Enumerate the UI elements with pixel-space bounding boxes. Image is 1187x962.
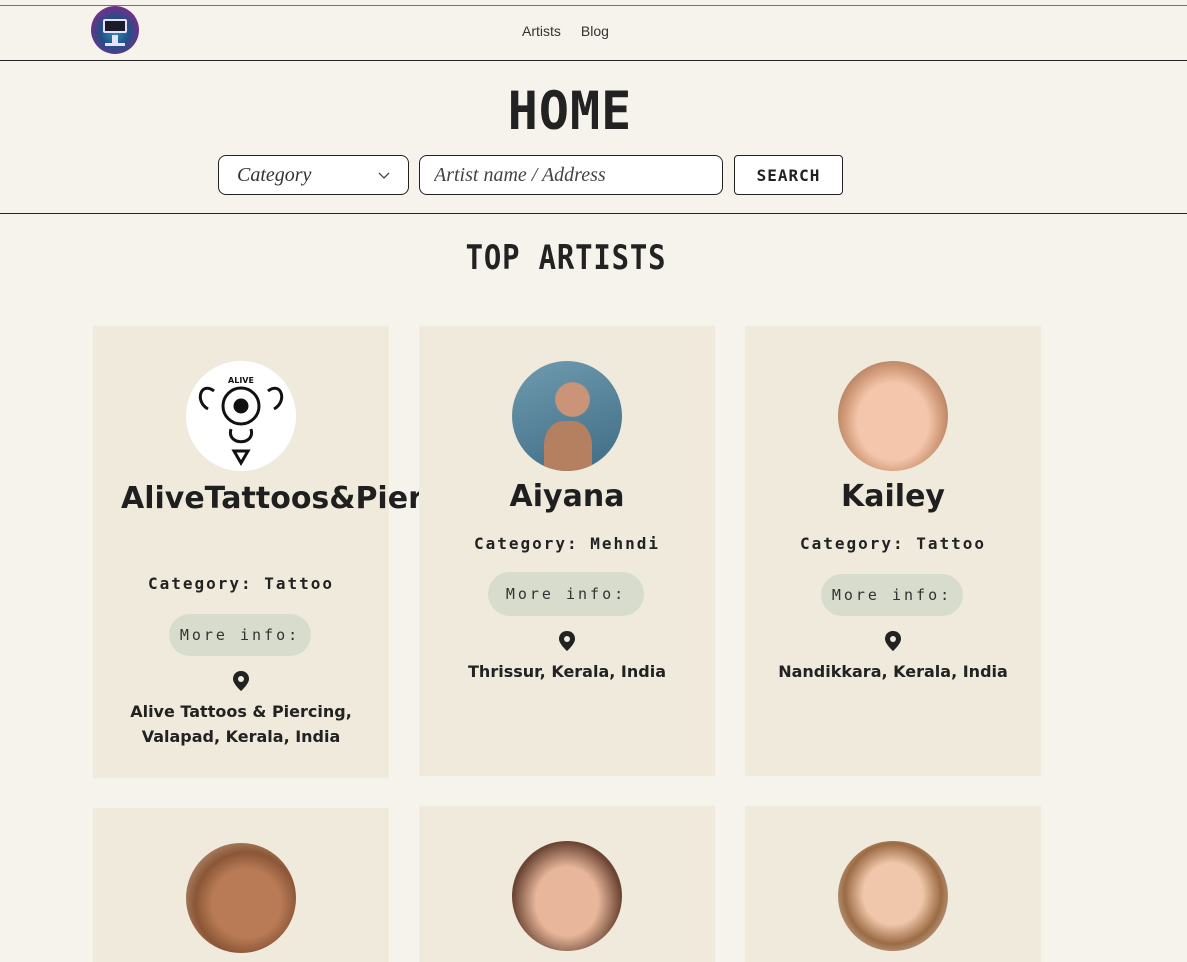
artist-address: Thrissur, Kerala, India	[468, 662, 666, 681]
svg-text:ALIVE: ALIVE	[228, 376, 254, 385]
site-header: Artists Blog	[0, 6, 1187, 61]
artist-category: Category: Mehndi	[473, 534, 661, 553]
artist-avatar[interactable]	[838, 841, 948, 951]
header-divider	[0, 213, 1187, 214]
artist-category: Category: Tattoo	[147, 574, 335, 593]
artist-card: ALIVE AliveTattoos&Piercing Category: Ta…	[93, 326, 494, 778]
artist-avatar[interactable]: ALIVE	[186, 361, 296, 471]
page-title: HOME	[507, 80, 633, 142]
biohazard-logo-icon: ALIVE	[198, 376, 284, 466]
monitor-base	[105, 43, 125, 46]
section-title: TOP ARTISTS	[465, 238, 667, 278]
more-info-button[interactable]: More info:	[488, 572, 644, 616]
artist-card	[93, 808, 389, 962]
artist-address: Nandikkara, Kerala, India	[778, 662, 1008, 681]
location-pin-icon	[559, 631, 575, 651]
chevron-down-icon	[378, 172, 390, 179]
more-info-button[interactable]: More info:	[169, 614, 311, 656]
artist-avatar[interactable]	[838, 361, 948, 471]
artist-name: AliveTattoos&Piercing	[121, 481, 494, 516]
more-info-button[interactable]: More info:	[821, 574, 963, 616]
nav-item-artists[interactable]: Artists	[522, 23, 561, 39]
monitor-stand	[112, 35, 118, 43]
category-select[interactable]: Category	[218, 155, 409, 195]
site-logo[interactable]	[91, 6, 139, 54]
artist-avatar[interactable]	[512, 841, 622, 951]
artist-avatar[interactable]	[512, 361, 622, 471]
artist-name: Aiyana	[509, 479, 625, 514]
category-select-label: Category	[237, 163, 312, 186]
artist-address: Alive Tattoos & Piercing, Valapad, Keral…	[130, 702, 352, 746]
location-pin-icon	[233, 671, 249, 691]
artist-card: Aiyana Category: Mehndi More info: Thris…	[419, 326, 715, 776]
location-pin-icon	[885, 631, 901, 651]
nav-item-blog[interactable]: Blog	[581, 23, 609, 39]
artist-avatar[interactable]	[186, 843, 296, 953]
search-bar: Category SEARCH	[218, 155, 843, 195]
monitor-logo-icon	[103, 19, 127, 33]
artist-search-input[interactable]	[419, 155, 723, 195]
artist-name: Kailey	[841, 479, 945, 514]
artist-category: Category: Tattoo	[799, 534, 987, 553]
artist-card	[745, 806, 1041, 962]
search-button[interactable]: SEARCH	[734, 155, 843, 195]
main-nav: Artists Blog	[522, 23, 609, 39]
artist-card	[419, 806, 715, 962]
artist-card: Kailey Category: Tattoo More info: Nandi…	[745, 326, 1041, 776]
